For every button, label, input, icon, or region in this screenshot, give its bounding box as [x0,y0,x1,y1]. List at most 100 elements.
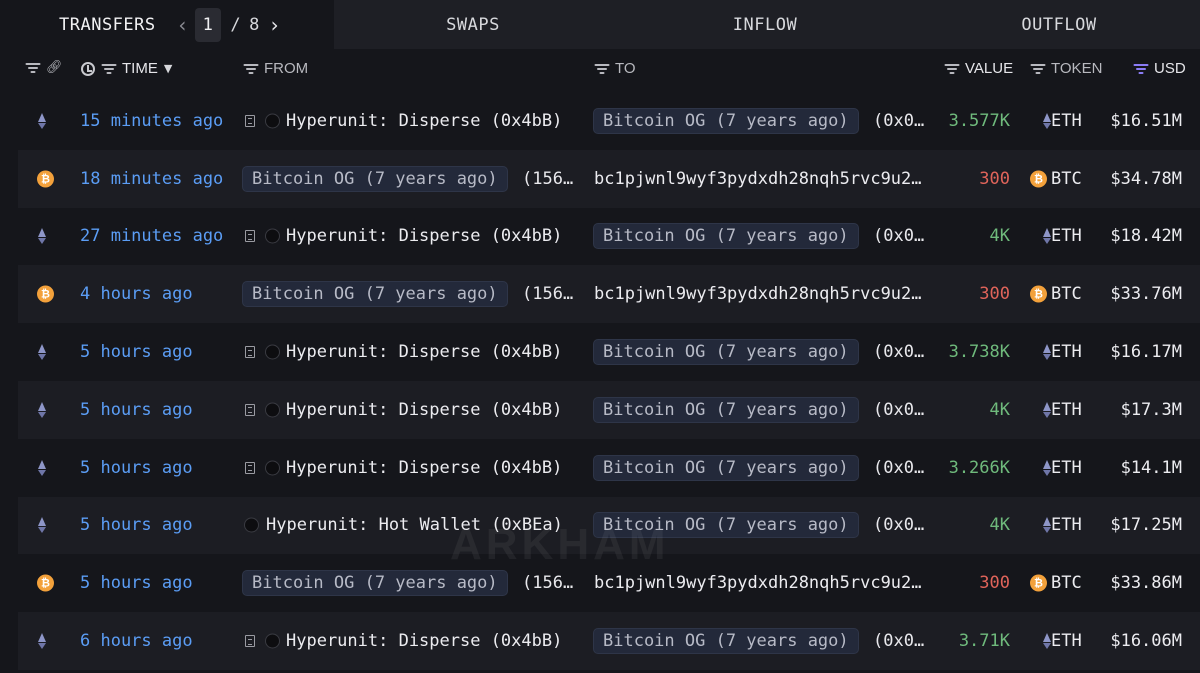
from-entity[interactable]: Hyperunit: Disperse (0x4bB) [286,400,562,420]
to-address[interactable]: bc1pjwnl9wyf3pydxdh28nqh5rvc9u2… [594,573,922,593]
column-token-label: TOKEN [1051,60,1103,77]
tab-outflow[interactable]: OUTFLOW [918,0,1200,49]
contract-icon [245,635,255,648]
tab-transfers[interactable]: TRANSFERS ‹ 1 / 8 › [0,0,334,49]
link-icon[interactable]: 🔗︎ [46,60,63,75]
entity-avatar [265,460,280,476]
usd-value: $17.25M [1110,515,1182,536]
to-address-suffix[interactable]: (0x0… [873,631,924,651]
token-symbol[interactable]: BTC [1051,573,1082,593]
from-entity[interactable]: Hyperunit: Disperse (0x4bB) [286,458,562,478]
column-time[interactable]: TIME ▼ [81,60,172,77]
to-entity-tag[interactable]: Bitcoin OG (7 years ago) [593,628,859,655]
token-symbol[interactable]: ETH [1051,631,1082,651]
token-symbol[interactable]: ETH [1051,342,1082,362]
filter-icon[interactable] [1030,63,1045,75]
tab-swaps[interactable]: SWAPS [334,0,612,49]
to-address-suffix[interactable]: (0x0… [873,458,924,478]
to-address-suffix[interactable]: (0x0… [873,400,924,420]
time-link[interactable]: 5 hours ago [80,400,193,420]
from-address-suffix[interactable]: (156… [522,284,573,304]
table-row[interactable]: ₿ 4 hours ago Bitcoin OG (7 years ago) (156… [18,265,1200,324]
from-entity-tag[interactable]: Bitcoin OG (7 years ago) [242,570,508,597]
from-entity[interactable]: Hyperunit: Disperse (0x4bB) [286,111,562,131]
chain-filter[interactable]: 🔗︎ [25,60,63,75]
to-entity-tag[interactable]: Bitcoin OG (7 years ago) [593,396,859,423]
table-row[interactable]: 6 hours ago Hyperunit: Disperse (0x4bB) Bi… [18,612,1200,670]
to-entity-tag[interactable]: Bitcoin OG (7 years ago) [593,454,859,481]
column-value[interactable]: VALUE [944,60,1013,77]
page-total: 8 [249,14,260,35]
entity-avatar [265,402,280,418]
to-entity-tag[interactable]: Bitcoin OG (7 years ago) [593,339,859,366]
filter-icon[interactable] [944,63,959,75]
table-header: 🔗︎ TIME ▼ FROM TO VALUE TOKEN USD [0,49,1200,90]
filter-icon[interactable] [101,63,116,75]
token-symbol[interactable]: ETH [1051,226,1082,246]
to-entity-tag[interactable]: Bitcoin OG (7 years ago) [593,512,859,539]
column-from[interactable]: FROM [243,60,308,77]
transfer-value: 300 [979,168,1010,189]
time-link[interactable]: 27 minutes ago [80,226,223,246]
time-link[interactable]: 5 hours ago [80,342,193,362]
table-row[interactable]: 5 hours ago Hyperunit: Disperse (0x4bB) Bi… [18,439,1200,497]
to-address-suffix[interactable]: (0x0… [873,342,924,362]
table-row[interactable]: 15 minutes ago Hyperunit: Disperse (0x4bB… [18,92,1200,150]
sort-down-icon[interactable]: ▼ [164,62,172,75]
contract-icon [245,346,255,359]
contract-icon [245,230,255,243]
token-symbol[interactable]: ETH [1051,400,1082,420]
token-symbol[interactable]: BTC [1051,169,1082,189]
from-entity[interactable]: Hyperunit: Hot Wallet (0xBEa) [266,515,563,535]
tab-inflow[interactable]: INFLOW [612,0,918,49]
to-entity-tag[interactable]: Bitcoin OG (7 years ago) [593,107,859,134]
time-link[interactable]: 15 minutes ago [80,111,223,131]
time-link[interactable]: 5 hours ago [80,573,193,593]
column-usd-label: USD [1154,60,1186,77]
token-symbol[interactable]: ETH [1051,515,1082,535]
column-to[interactable]: TO [594,60,636,77]
time-link[interactable]: 18 minutes ago [80,169,223,189]
tab-bar: TRANSFERS ‹ 1 / 8 › SWAPS INFLOW OUTFLOW [0,0,1200,49]
usd-value: $16.06M [1110,631,1182,652]
from-entity[interactable]: Hyperunit: Disperse (0x4bB) [286,226,562,246]
filter-icon[interactable] [25,62,40,74]
table-row[interactable]: 27 minutes ago Hyperunit: Disperse (0x4bB… [18,208,1200,266]
from-entity-tag[interactable]: Bitcoin OG (7 years ago) [242,281,508,308]
chevron-left-icon[interactable]: ‹ [174,13,192,37]
time-link[interactable]: 5 hours ago [80,515,193,535]
eth-icon [37,401,48,418]
to-address-suffix[interactable]: (0x0… [873,226,924,246]
token-symbol[interactable]: ETH [1051,111,1082,131]
time-link[interactable]: 6 hours ago [80,631,193,651]
eth-icon [37,228,48,245]
from-entity-tag[interactable]: Bitcoin OG (7 years ago) [242,165,508,192]
table-row[interactable]: 5 hours ago Hyperunit: Disperse (0x4bB) Bi… [18,380,1200,439]
from-entity[interactable]: Hyperunit: Disperse (0x4bB) [286,631,562,651]
column-token[interactable]: TOKEN [1030,60,1102,77]
column-usd[interactable]: USD [1133,60,1186,77]
from-address-suffix[interactable]: (156… [522,573,573,593]
time-link[interactable]: 4 hours ago [80,284,193,304]
to-entity-tag[interactable]: Bitcoin OG (7 years ago) [593,223,859,250]
table-row[interactable]: 5 hours ago Hyperunit: Disperse (0x4bB) Bi… [18,323,1200,381]
filter-icon[interactable] [594,63,609,75]
table-row[interactable]: 5 hours ago Hyperunit: Hot Wallet (0xBEa)… [18,496,1200,555]
to-address[interactable]: bc1pjwnl9wyf3pydxdh28nqh5rvc9u2… [594,284,922,304]
token-symbol[interactable]: ETH [1051,458,1082,478]
to-address-suffix[interactable]: (0x0… [873,111,924,131]
to-address-suffix[interactable]: (0x0… [873,515,924,535]
filter-icon[interactable] [1133,63,1148,75]
transfer-value: 3.738K [948,342,1010,363]
time-link[interactable]: 5 hours ago [80,458,193,478]
chevron-right-icon[interactable]: › [266,13,284,37]
table-row[interactable]: ₿ 5 hours ago Bitcoin OG (7 years ago) (156… [18,554,1200,612]
filter-icon[interactable] [243,63,258,75]
page-separator: / [230,14,242,35]
token-symbol[interactable]: BTC [1051,284,1082,304]
table-row[interactable]: ₿ 18 minutes ago Bitcoin OG (7 years ago) (… [18,149,1200,208]
to-address[interactable]: bc1pjwnl9wyf3pydxdh28nqh5rvc9u2… [594,169,922,189]
from-entity[interactable]: Hyperunit: Disperse (0x4bB) [286,342,562,362]
page-current[interactable]: 1 [194,7,222,42]
from-address-suffix[interactable]: (156… [522,169,573,189]
